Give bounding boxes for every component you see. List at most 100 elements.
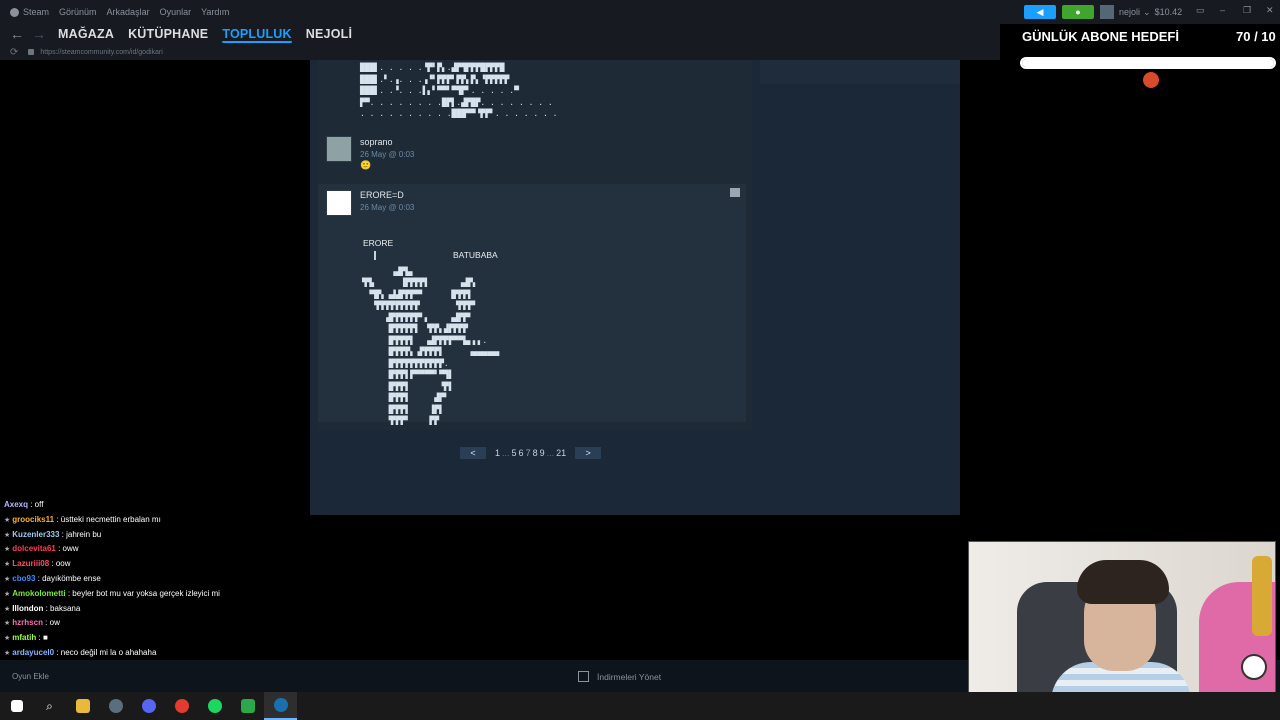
chat-username: cbo93 [12, 573, 36, 583]
chat-username: Illondon [12, 603, 44, 613]
page-link-5[interactable]: 5 [512, 448, 517, 458]
comment-emoji: 🙂 [360, 160, 372, 170]
chat-username: Kuzenler333 [12, 529, 60, 539]
subscriber-goal-bar [1020, 57, 1276, 69]
close-icon[interactable]: ✕ [1266, 5, 1274, 16]
chevron-down-icon: ⌄ [1143, 6, 1151, 17]
add-game-button[interactable]: Oyun Ekle [12, 672, 49, 681]
chat-text: : ■ [36, 633, 48, 643]
tab-store[interactable]: MAĞAZA [58, 27, 114, 41]
tab-library[interactable]: KÜTÜPHANE [128, 27, 208, 41]
chat-username: hzrhscn [12, 618, 43, 628]
chat-badge-icon: ★ [4, 546, 11, 554]
chrome-icon[interactable] [165, 692, 198, 720]
page-link-21[interactable]: 21 [556, 448, 566, 458]
chat-message: ★ Kuzenler333 : jahrein bu [0, 528, 300, 543]
file-explorer-icon[interactable] [66, 692, 99, 720]
report-flag-icon[interactable] [730, 188, 740, 197]
reload-icon[interactable]: ⟳ [10, 47, 18, 58]
chat-text: : baksana [43, 603, 81, 613]
forward-arrow-icon[interactable]: → [32, 26, 46, 42]
menu-help[interactable]: Yardım [201, 7, 229, 17]
comment-ascii-continued: ███▌. . . . .▝▛▘▛▖.▟▛▜▛▛▛█▛▛▛█ ███▌.▘.▗.… [324, 62, 746, 120]
page-ellipsis: ... [502, 448, 510, 458]
wallet-balance: $10.42 [1154, 7, 1183, 17]
webcam-overlay [968, 541, 1276, 715]
comment-date: 26 May @ 0:03 [360, 203, 415, 212]
chat-username: Amokolometti [12, 588, 66, 598]
tab-profile[interactable]: NEJOLİ [306, 27, 352, 41]
chat-message: ★ dolcevita61 : oww [0, 542, 300, 557]
windows-taskbar: ⌕ [0, 692, 1280, 720]
comment-body: ▗▟▛▙▖ ▜▜▖ ▐▛▛▛▛▌ ▗▟▛▖ ▝▜▛▖▗▟▟▛▛▛▀▘ ▐▛▛▛▌… [362, 266, 502, 426]
address-bar: ⟳ https://steamcommunity.com/id/godikari [0, 44, 1000, 60]
comment-author[interactable]: soprano [360, 137, 393, 147]
steam-taskbar-icon[interactable] [264, 692, 297, 720]
minimize-icon[interactable]: – [1220, 5, 1225, 15]
chat-message: ★ hzrhscn : ow [0, 616, 300, 631]
prev-page-button[interactable]: < [460, 447, 486, 459]
page-link-9[interactable]: 9 [540, 448, 545, 458]
user-account[interactable]: nejoli ⌄ $10.42 [1100, 5, 1182, 19]
steam-logo-icon [10, 7, 19, 17]
page-link-6[interactable]: 6 [519, 448, 524, 458]
page-url[interactable]: https://steamcommunity.com/id/godikari [40, 49, 162, 56]
comment-author[interactable]: ERORE=D [360, 190, 404, 200]
chat-username: ardayucel0 [12, 647, 55, 657]
megaphone-icon: ◀ [1036, 6, 1044, 17]
main-nav: ← → MAĞAZA KÜTÜPHANE TOPLULUK NEJOLİ [0, 24, 1000, 44]
menu-steam[interactable]: Steam [23, 7, 49, 17]
chat-badge-icon: ★ [4, 649, 11, 657]
chat-message: ★ Amokolometti : beyler bot mu var yoksa … [0, 587, 300, 602]
streamer-hair [1077, 560, 1169, 604]
menu-games[interactable]: Oyunlar [160, 7, 192, 17]
manage-downloads-button[interactable]: İndirmeleri Yönet [578, 671, 661, 682]
windows-start-icon[interactable] [0, 692, 33, 720]
chat-username: groociks11 [12, 514, 55, 524]
notifications-button[interactable]: ● [1062, 5, 1094, 19]
comment-date: 26 May @ 0:03 [360, 150, 415, 159]
overlay-logo-icon [1143, 72, 1159, 88]
chat-text: : jahrein bu [59, 529, 102, 539]
spotify-icon[interactable] [198, 692, 231, 720]
chat-username: dolcevita61 [12, 544, 56, 554]
announcement-button[interactable]: ◀ [1024, 5, 1056, 19]
chat-badge-icon: ★ [4, 516, 11, 524]
tab-community[interactable]: TOPLULUK [222, 27, 291, 41]
subscriber-goal-title: GÜNLÜK ABONE HEDEFİ [1022, 29, 1179, 44]
maximize-icon[interactable]: ❐ [1243, 5, 1251, 16]
ascii-label-erore: ERORE [363, 238, 394, 248]
avatar[interactable] [326, 190, 352, 216]
menu-friends[interactable]: Arkadaşlar [107, 7, 150, 17]
chat-text: : dayıkömbe ense [35, 573, 101, 583]
chat-badge-icon: ★ [4, 620, 11, 628]
chat-message: ★ Illondon : baksana [0, 602, 300, 617]
text-cursor [374, 251, 376, 260]
xbox-app-icon[interactable] [231, 692, 264, 720]
football-icon [1241, 654, 1267, 680]
chat-message: ★ groociks11 : üstteki necmettin erbalan … [0, 513, 300, 528]
chat-message: ★ cbo93 : dayıkömbe ense [0, 572, 300, 587]
next-page-button[interactable]: > [575, 447, 602, 459]
big-picture-icon[interactable]: ▭ [1196, 5, 1205, 16]
search-icon[interactable]: ⌕ [33, 692, 66, 720]
chat-text: : oww [55, 544, 79, 554]
chat-badge-icon: ★ [4, 575, 11, 583]
chat-message: ★ ardayucel0 : neco değil mi la o ahahaha [0, 646, 300, 661]
back-arrow-icon[interactable]: ← [10, 26, 24, 42]
chat-username: Lazuriii08 [12, 559, 50, 569]
page-ellipsis: ... [546, 448, 555, 458]
avatar[interactable] [326, 136, 352, 162]
page-link-1[interactable]: 1 [495, 448, 500, 458]
menu-view[interactable]: Görünüm [59, 7, 97, 17]
chat-text: : oow [49, 559, 71, 569]
app-icon[interactable] [99, 692, 132, 720]
chat-message: Axexq : off [0, 498, 300, 513]
chat-text: : üstteki necmettin erbalan mı [54, 514, 161, 524]
page-link-8[interactable]: 8 [533, 448, 538, 458]
chat-message: ★ Lazuriii08 : oow [0, 557, 300, 572]
chat-badge-icon: ★ [4, 561, 11, 569]
chat-username: mfatih [12, 633, 37, 643]
chat-badge-icon: ★ [4, 635, 11, 643]
discord-icon[interactable] [132, 692, 165, 720]
